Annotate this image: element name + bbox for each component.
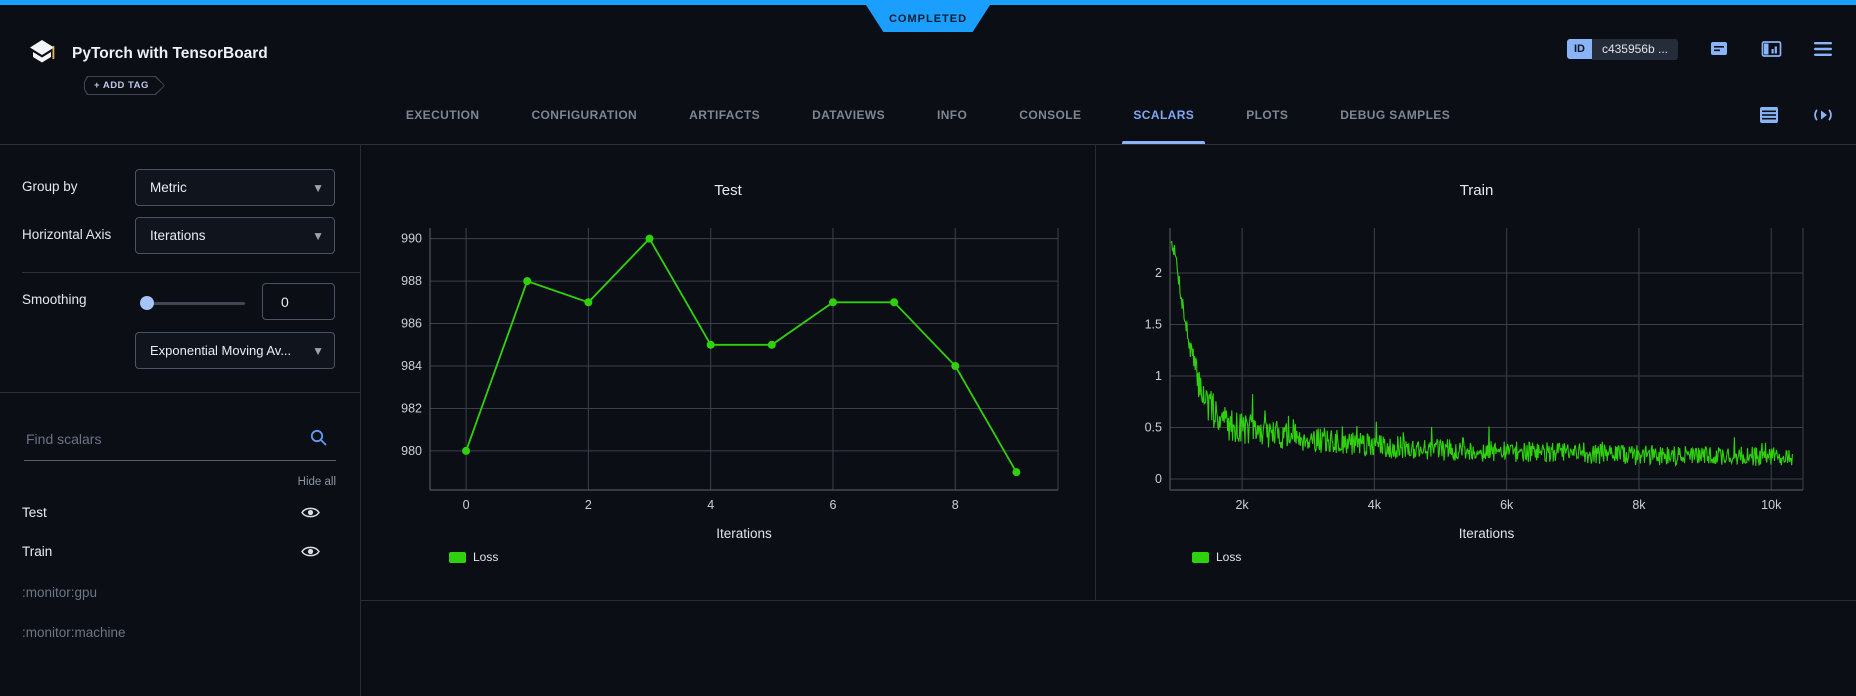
smoothing-slider[interactable] — [140, 296, 245, 310]
test-chart-card[interactable]: 02468980982984986988990 Test Iterations … — [361, 144, 1096, 600]
experiment-page: COMPLETED PyTorch with TensorBoard + ADD… — [0, 0, 1856, 696]
svg-text:8: 8 — [952, 498, 959, 512]
find-scalars-search — [24, 430, 336, 449]
svg-text:2k: 2k — [1235, 498, 1249, 512]
svg-text:982: 982 — [401, 401, 422, 415]
content-divider — [361, 600, 1856, 601]
horizontal-axis-select[interactable]: Iterations ▼ — [135, 217, 335, 254]
svg-text:980: 980 — [401, 444, 422, 458]
menu-icon[interactable] — [1812, 38, 1834, 60]
svg-text:984: 984 — [401, 359, 422, 373]
metric-row-train[interactable]: Train — [0, 532, 360, 570]
svg-text:0.5: 0.5 — [1145, 420, 1162, 434]
tab-console[interactable]: CONSOLE — [1019, 85, 1081, 144]
chart-legend[interactable]: Loss — [449, 550, 498, 564]
svg-text:2: 2 — [1155, 266, 1162, 280]
scalars-sidebar: Group by Metric ▼ Horizontal Axis Iterat… — [0, 144, 361, 696]
header: PyTorch with TensorBoard + ADD TAG ID c4… — [0, 5, 1856, 85]
search-icon[interactable] — [309, 428, 328, 452]
train-chart-card[interactable]: 2k 4k 6k 8k 10k 0 0.5 1 1.5 2 Train Iterations Lo… — [1096, 144, 1856, 600]
id-value: c435956b ... — [1592, 39, 1678, 60]
chevron-down-icon: ▼ — [312, 229, 324, 243]
legend-swatch — [449, 552, 466, 563]
svg-text:0: 0 — [1155, 472, 1162, 486]
charts-area: 02468980982984986988990 Test Iterations … — [361, 144, 1856, 600]
tab-info[interactable]: INFO — [937, 85, 967, 144]
metric-row-monitor-gpu[interactable]: :monitor:gpu — [0, 573, 360, 611]
svg-text:990: 990 — [401, 232, 422, 246]
legend-label: Loss — [473, 550, 498, 564]
smoothing-method-select[interactable]: Exponential Moving Av... ▼ — [135, 332, 335, 369]
legend-label: Loss — [1216, 550, 1241, 564]
svg-text:6k: 6k — [1500, 498, 1514, 512]
legend-swatch — [1192, 552, 1209, 563]
description-icon[interactable] — [1708, 38, 1730, 60]
svg-text:8k: 8k — [1632, 498, 1646, 512]
tab-artifacts[interactable]: ARTIFACTS — [689, 85, 760, 144]
hide-all-button[interactable]: Hide all — [298, 476, 336, 488]
tab-plots[interactable]: PLOTS — [1246, 85, 1288, 144]
svg-text:4: 4 — [707, 498, 714, 512]
chart-title: Test — [361, 182, 1095, 199]
smoothing-label: Smoothing — [22, 292, 87, 307]
chevron-down-icon: ▼ — [312, 344, 324, 358]
tab-execution[interactable]: EXECUTION — [406, 85, 480, 144]
metric-row-monitor-machine[interactable]: :monitor:machine — [0, 613, 360, 651]
eye-visible-icon[interactable] — [301, 545, 320, 558]
chart-title: Train — [1096, 182, 1856, 199]
svg-text:1: 1 — [1155, 369, 1162, 383]
tab-configuration[interactable]: CONFIGURATION — [531, 85, 637, 144]
svg-text:1.5: 1.5 — [1145, 317, 1162, 331]
smoothing-value-input[interactable]: 0 — [262, 283, 335, 320]
svg-text:986: 986 — [401, 317, 422, 331]
x-axis-label: Iterations — [430, 526, 1058, 541]
eye-visible-icon[interactable] — [301, 506, 320, 519]
tab-scalars[interactable]: SCALARS — [1133, 85, 1194, 144]
metric-row-test[interactable]: Test — [0, 493, 360, 531]
tab-debug-samples[interactable]: DEBUG SAMPLES — [1340, 85, 1450, 144]
experiment-type-icon — [27, 38, 57, 73]
slider-thumb[interactable] — [140, 296, 154, 310]
chart-legend[interactable]: Loss — [1192, 550, 1241, 564]
tab-dataviews[interactable]: DATAVIEWS — [812, 85, 885, 144]
metrics-table-icon[interactable] — [1758, 104, 1780, 126]
search-input[interactable] — [24, 430, 298, 448]
svg-text:988: 988 — [401, 274, 422, 288]
svg-text:6: 6 — [829, 498, 836, 512]
svg-text:10k: 10k — [1761, 498, 1782, 512]
svg-text:0: 0 — [463, 498, 470, 512]
chevron-down-icon: ▼ — [312, 181, 324, 195]
tab-bar: EXECUTION CONFIGURATION ARTIFACTS DATAVI… — [0, 85, 1856, 145]
horizontal-axis-label: Horizontal Axis — [22, 227, 111, 242]
id-label: ID — [1567, 39, 1592, 59]
auto-refresh-icon[interactable] — [1812, 104, 1834, 126]
group-by-select[interactable]: Metric ▼ — [135, 169, 335, 206]
details-panel-icon[interactable] — [1760, 38, 1782, 60]
group-by-label: Group by — [22, 179, 78, 194]
svg-text:4k: 4k — [1368, 498, 1382, 512]
x-axis-label: Iterations — [1170, 526, 1803, 541]
svg-text:2: 2 — [585, 498, 592, 512]
experiment-id-chip[interactable]: ID c435956b ... — [1567, 39, 1678, 60]
experiment-title: PyTorch with TensorBoard — [72, 45, 268, 63]
